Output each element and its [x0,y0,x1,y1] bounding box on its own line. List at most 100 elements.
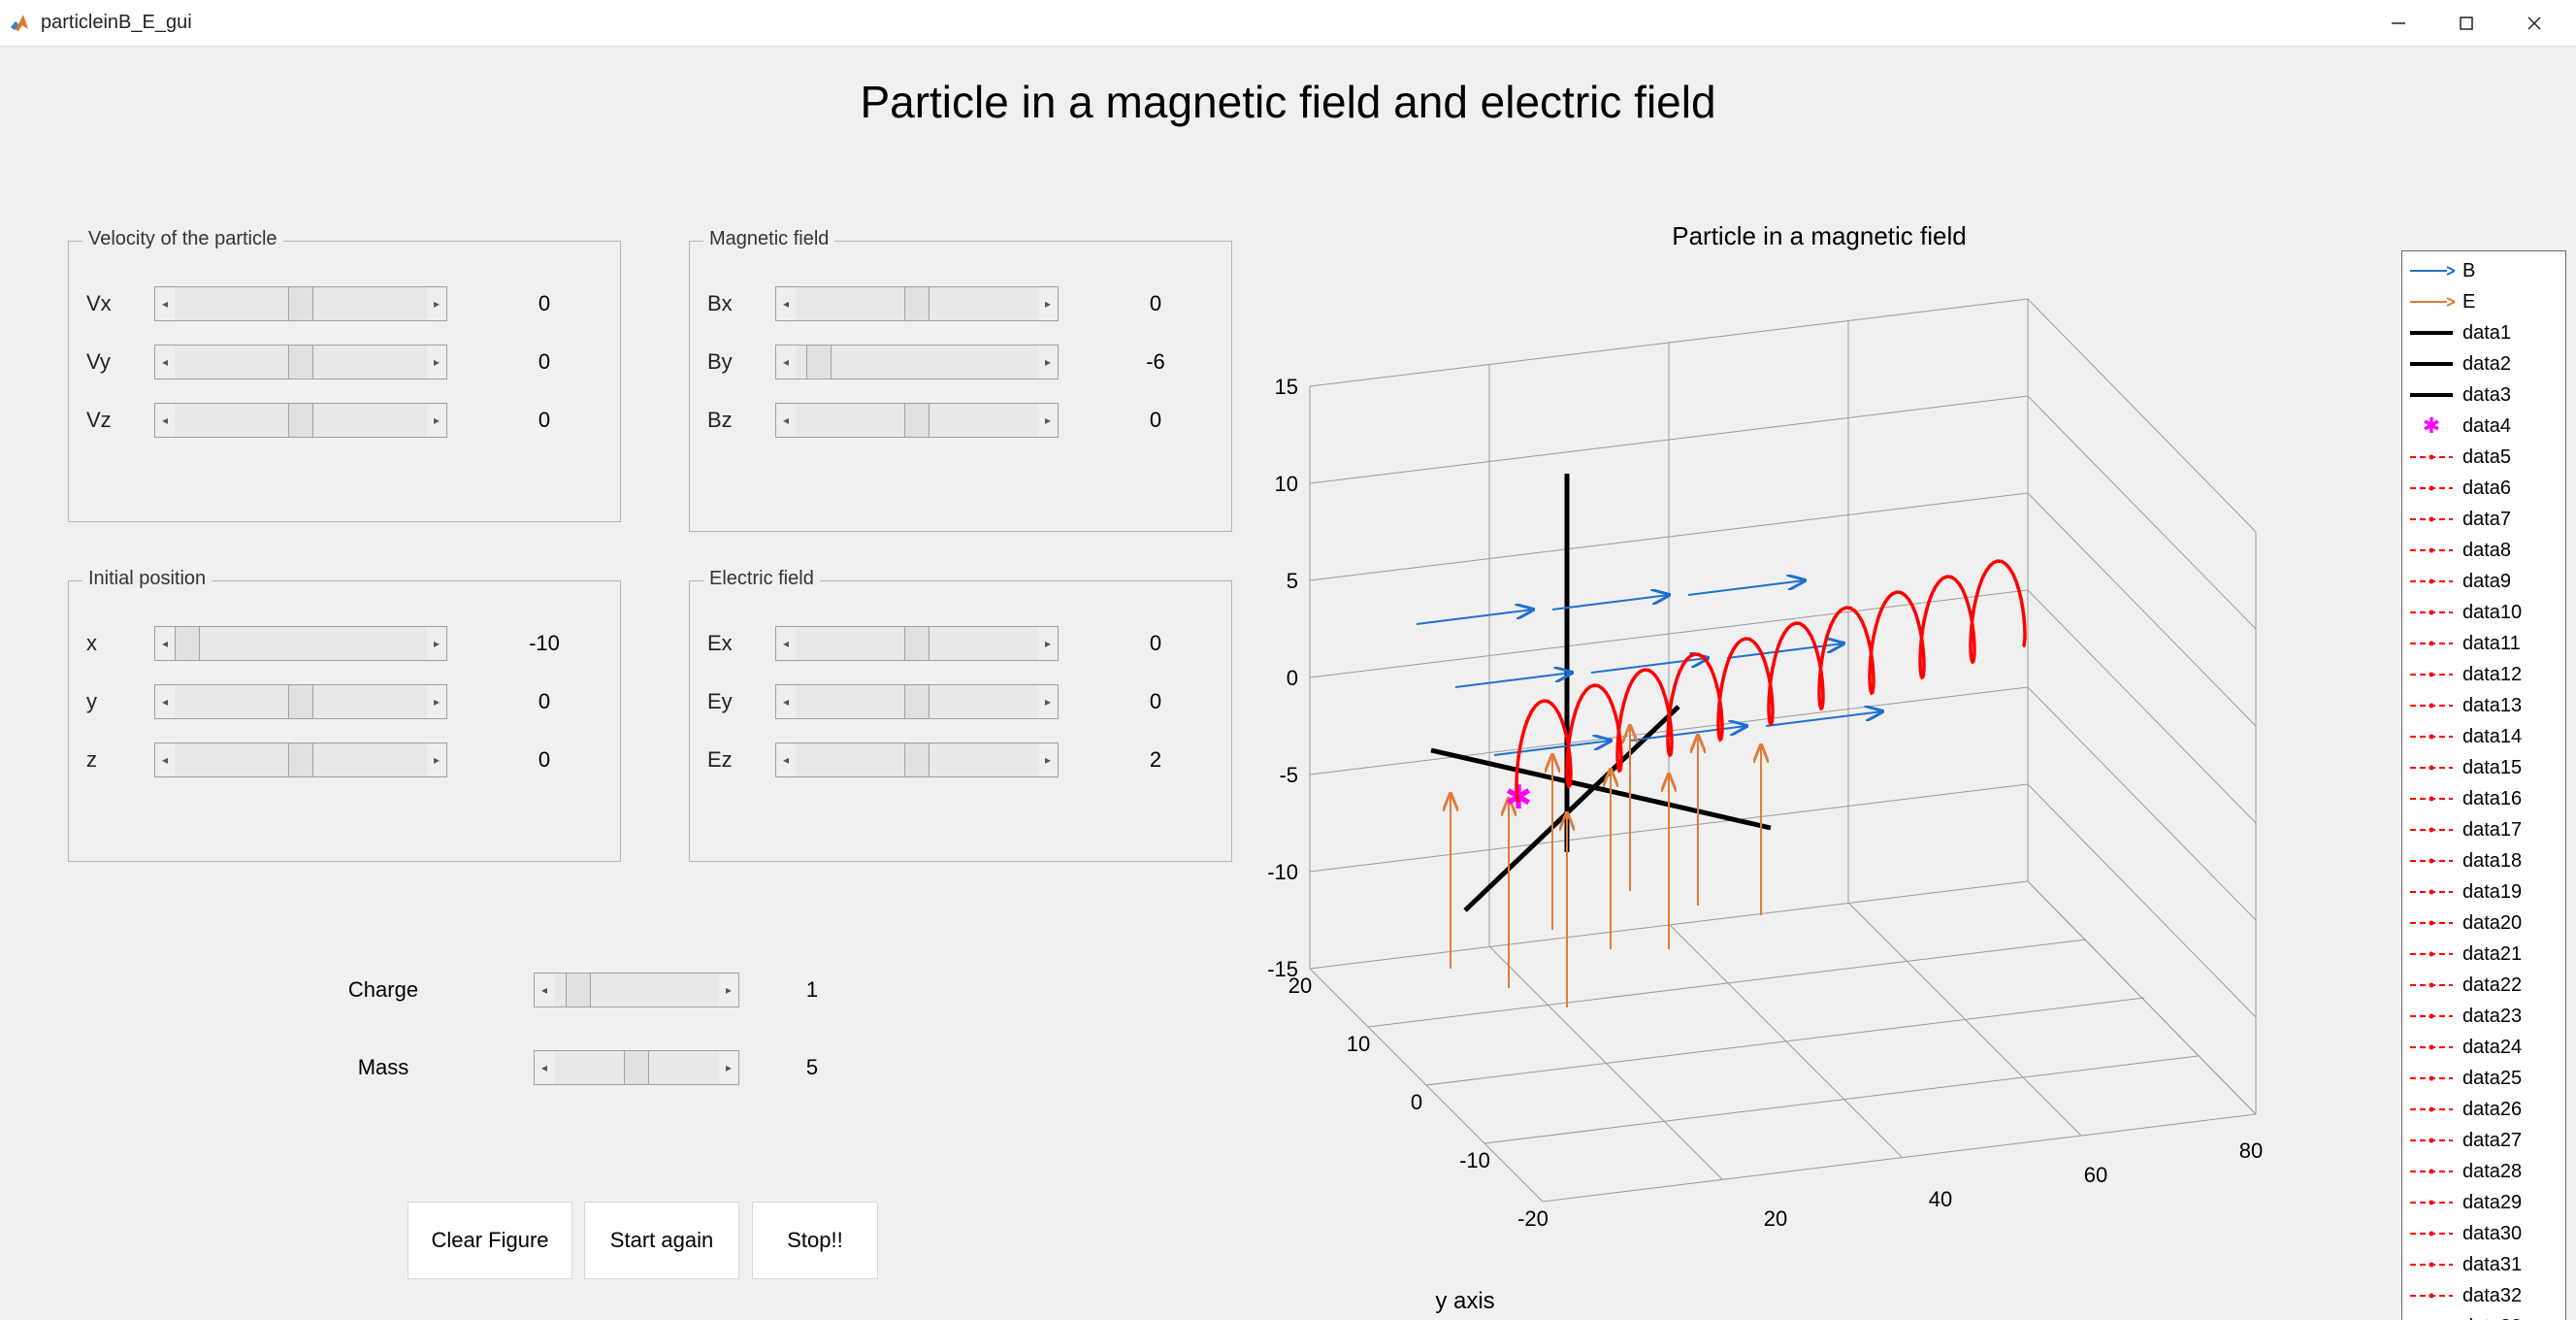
stop-button[interactable]: Stop!! [752,1202,878,1279]
slider-right-arrow[interactable]: ▸ [427,404,446,437]
slider-right-arrow[interactable]: ▸ [719,974,738,1006]
slider-left-arrow[interactable]: ◂ [155,743,175,776]
legend-swatch [2408,1131,2455,1150]
slider-right-arrow[interactable]: ▸ [427,346,446,379]
magnetic-row-bx: Bx◂▸0 [707,275,1214,333]
start-again-button[interactable]: Start again [584,1202,739,1279]
legend-swatch [2408,913,2455,933]
slider-left-arrow[interactable]: ◂ [155,404,175,437]
slider-right-arrow[interactable]: ▸ [427,287,446,320]
slider-thumb[interactable] [904,685,929,718]
magnetic-slider-bx[interactable]: ◂▸ [775,286,1059,321]
slider-thumb[interactable] [175,627,200,660]
charge-slider[interactable]: ◂▸ [534,973,739,1007]
electric-slider-ex[interactable]: ◂▸ [775,626,1059,661]
close-button[interactable] [2500,0,2568,47]
slider-left-arrow[interactable]: ◂ [155,346,175,379]
slider-right-arrow[interactable]: ▸ [719,1051,738,1084]
slider-right-arrow[interactable]: ▸ [427,627,446,660]
slider-thumb[interactable] [288,346,313,379]
slider-track[interactable] [796,627,1038,660]
legend-swatch [2408,478,2455,498]
velocity-slider-vz[interactable]: ◂▸ [154,403,447,438]
slider-thumb[interactable] [288,287,313,320]
electric-slider-ez[interactable]: ◂▸ [775,742,1059,777]
slider-track[interactable] [796,404,1038,437]
slider-track[interactable] [175,287,427,320]
slider-thumb[interactable] [904,743,929,776]
plot-legend: BEdata1data2data3✱data4data5data6data7da… [2401,250,2566,1320]
slider-track[interactable] [796,287,1038,320]
slider-right-arrow[interactable]: ▸ [1038,346,1058,379]
slider-right-arrow[interactable]: ▸ [1038,685,1058,718]
slider-track[interactable] [796,346,1038,379]
y-axis-label: y axis [1435,1288,1494,1314]
slider-left-arrow[interactable]: ◂ [776,627,796,660]
slider-thumb[interactable] [904,627,929,660]
slider-track[interactable] [175,404,427,437]
legend-entry: data22 [2408,970,2560,1001]
param-label: Ez [707,747,775,773]
slider-thumb[interactable] [904,287,929,320]
slider-thumb[interactable] [806,346,831,379]
minimize-button[interactable] [2364,0,2432,47]
electric-slider-ey[interactable]: ◂▸ [775,684,1059,719]
slider-left-arrow[interactable]: ◂ [535,1051,554,1084]
initial-slider-y[interactable]: ◂▸ [154,684,447,719]
x-tick-label: 60 [2084,1163,2107,1187]
slider-thumb[interactable] [288,404,313,437]
slider-track[interactable] [175,346,427,379]
slider-thumb[interactable] [624,1051,649,1084]
slider-thumb[interactable] [288,743,313,776]
slider-left-arrow[interactable]: ◂ [776,685,796,718]
legend-swatch [2408,1255,2455,1274]
slider-right-arrow[interactable]: ▸ [427,743,446,776]
slider-left-arrow[interactable]: ◂ [776,346,796,379]
slider-right-arrow[interactable]: ▸ [1038,743,1058,776]
slider-right-arrow[interactable]: ▸ [1038,627,1058,660]
slider-thumb[interactable] [288,685,313,718]
slider-left-arrow[interactable]: ◂ [155,627,175,660]
plot-3d[interactable]: Particle in a magnetic field [1223,221,2416,1320]
slider-left-arrow[interactable]: ◂ [535,974,554,1006]
legend-label: data1 [2462,322,2560,345]
magnetic-slider-bz[interactable]: ◂▸ [775,403,1059,438]
magnetic-slider-by[interactable]: ◂▸ [775,345,1059,380]
maximize-button[interactable] [2432,0,2500,47]
slider-left-arrow[interactable]: ◂ [155,685,175,718]
legend-entry: data14 [2408,721,2560,752]
slider-left-arrow[interactable]: ◂ [776,404,796,437]
legend-swatch [2408,851,2455,871]
legend-entry: data19 [2408,876,2560,908]
slider-track[interactable] [175,743,427,776]
slider-right-arrow[interactable]: ▸ [1038,287,1058,320]
slider-track[interactable] [175,685,427,718]
mass-slider[interactable]: ◂▸ [534,1050,739,1085]
slider-thumb[interactable] [566,974,591,1006]
slider-left-arrow[interactable]: ◂ [776,287,796,320]
param-value: 0 [505,747,583,773]
slider-left-arrow[interactable]: ◂ [776,743,796,776]
velocity-slider-vy[interactable]: ◂▸ [154,345,447,380]
legend-entry: data7 [2408,504,2560,535]
slider-track[interactable] [796,743,1038,776]
legend-label: data20 [2462,912,2560,935]
legend-label: data8 [2462,540,2560,562]
legend-entry: data6 [2408,473,2560,504]
slider-right-arrow[interactable]: ▸ [427,685,446,718]
x-tick-label: 80 [2239,1138,2263,1163]
initial-slider-z[interactable]: ◂▸ [154,742,447,777]
slider-track[interactable] [554,1051,719,1084]
initial-slider-x[interactable]: ◂▸ [154,626,447,661]
clear-figure-button[interactable]: Clear Figure [408,1202,572,1279]
slider-right-arrow[interactable]: ▸ [1038,404,1058,437]
slider-thumb[interactable] [904,404,929,437]
velocity-slider-vx[interactable]: ◂▸ [154,286,447,321]
slider-track[interactable] [796,685,1038,718]
legend-label: data11 [2462,633,2560,655]
magnetic-panel: Magnetic field Bx◂▸0By◂▸-6Bz◂▸0 [689,241,1232,532]
legend-entry: ✱data4 [2408,411,2560,442]
slider-left-arrow[interactable]: ◂ [155,287,175,320]
slider-track[interactable] [554,974,719,1006]
slider-track[interactable] [175,627,427,660]
